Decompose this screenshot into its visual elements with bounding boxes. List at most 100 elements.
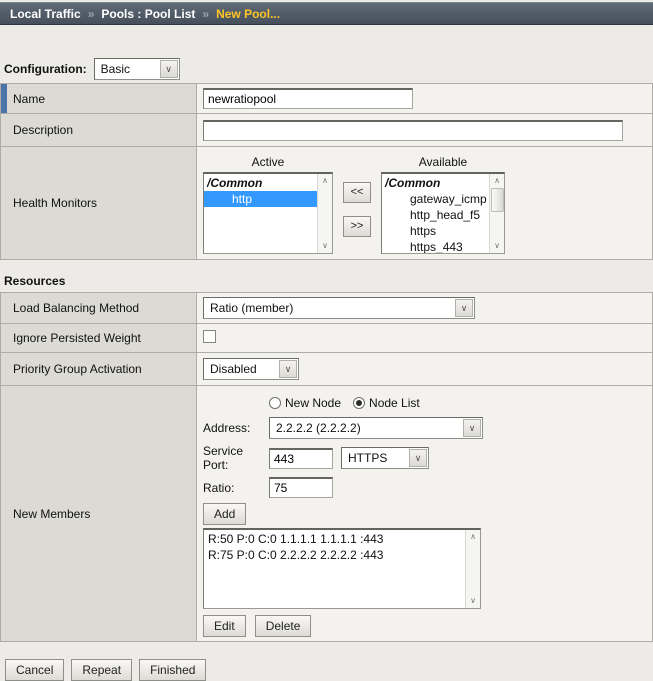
ratio-label: Ratio:	[203, 481, 269, 495]
priority-group-label-cell: Priority Group Activation	[1, 353, 197, 386]
address-select-value: 2.2.2.2 (2.2.2.2)	[270, 421, 463, 435]
available-monitor-option[interactable]: https	[382, 223, 489, 239]
name-input[interactable]	[203, 88, 413, 109]
chevron-down-icon[interactable]: ∨	[279, 360, 297, 378]
configuration-label: Configuration:	[4, 62, 87, 76]
breadcrumb-item-local-traffic[interactable]: Local Traffic	[10, 7, 81, 21]
ratio-input[interactable]	[269, 477, 333, 498]
priority-group-select[interactable]: Disabled ∨	[203, 358, 299, 380]
finished-button[interactable]: Finished	[139, 659, 206, 681]
available-monitors-column: Available /Commongateway_icmphttp_head_f…	[381, 155, 505, 254]
scroll-down-icon[interactable]: ∨	[490, 239, 505, 253]
load-balancing-select-value: Ratio (member)	[204, 301, 455, 315]
name-label-cell: Name	[1, 84, 197, 114]
description-label-cell: Description	[1, 114, 197, 147]
available-monitor-option[interactable]: http_head_f5	[382, 207, 489, 223]
node-source-radio-group: New Node Node List	[269, 396, 646, 410]
name-label: Name	[13, 92, 45, 106]
scrollbar-thumb[interactable]	[491, 188, 504, 212]
chevron-down-icon[interactable]: ∨	[160, 60, 178, 78]
health-monitors-label: Health Monitors	[13, 196, 97, 210]
available-monitor-option[interactable]: gateway_icmp	[382, 191, 489, 207]
resources-section-title: Resources	[4, 274, 653, 288]
table-row: Load Balancing Method Ratio (member) ∨	[1, 293, 653, 324]
ratio-row: Ratio:	[203, 477, 646, 498]
node-list-radio-label: Node List	[369, 396, 420, 410]
load-balancing-label: Load Balancing Method	[13, 301, 139, 315]
ignore-persisted-weight-label-cell: Ignore Persisted Weight	[1, 324, 197, 353]
breadcrumb-separator-icon: »	[202, 7, 209, 21]
configuration-select-value: Basic	[95, 62, 160, 76]
node-list-radio[interactable]	[353, 397, 365, 409]
member-list-item[interactable]: R:50 P:0 C:0 1.1.1.1 1.1.1.1 :443	[204, 531, 465, 547]
description-label: Description	[13, 123, 73, 137]
table-row: Name	[1, 84, 653, 114]
description-input[interactable]	[203, 120, 623, 141]
address-row: Address: 2.2.2.2 (2.2.2.2) ∨	[203, 417, 646, 439]
available-list-scrollbar[interactable]: ∧ ∨	[489, 174, 504, 253]
configuration-row: Configuration: Basic ∨	[4, 57, 653, 81]
table-row: Description	[1, 114, 653, 147]
repeat-button[interactable]: Repeat	[71, 659, 132, 681]
load-balancing-label-cell: Load Balancing Method	[1, 293, 197, 324]
scroll-down-icon[interactable]: ∨	[318, 239, 333, 253]
service-select[interactable]: HTTPS ∨	[341, 447, 429, 469]
description-value-cell	[197, 114, 653, 147]
load-balancing-value-cell: Ratio (member) ∨	[197, 293, 653, 324]
general-properties-table: Name Description Health Monitors Active …	[0, 83, 653, 260]
available-monitors-listbox[interactable]: /Commongateway_icmphttp_head_f5httpshttp…	[381, 172, 505, 254]
ignore-persisted-weight-checkbox[interactable]	[203, 330, 216, 343]
breadcrumb-separator-icon: »	[88, 7, 95, 21]
address-select[interactable]: 2.2.2.2 (2.2.2.2) ∨	[269, 417, 483, 439]
new-members-form: New Node Node List Address: 2.2.2.2 (2.2…	[203, 392, 646, 637]
members-list-scrollbar[interactable]: ∧ ∨	[465, 530, 480, 608]
delete-member-button[interactable]: Delete	[255, 615, 312, 637]
priority-group-label: Priority Group Activation	[13, 362, 142, 376]
new-node-radio-label: New Node	[285, 396, 341, 410]
member-list-item[interactable]: R:75 P:0 C:0 2.2.2.2 2.2.2.2 :443	[204, 547, 465, 563]
available-monitor-option[interactable]: https_443	[382, 239, 489, 253]
cancel-button[interactable]: Cancel	[5, 659, 64, 681]
new-node-radio[interactable]	[269, 397, 281, 409]
active-list-header: Active	[203, 155, 333, 169]
active-monitor-option[interactable]: http	[204, 191, 317, 207]
chevron-down-icon[interactable]: ∨	[455, 299, 473, 317]
table-row: Ignore Persisted Weight	[1, 324, 653, 353]
members-listbox[interactable]: R:50 P:0 C:0 1.1.1.1 1.1.1.1 :443R:75 P:…	[203, 528, 481, 609]
scroll-up-icon[interactable]: ∧	[466, 530, 481, 544]
add-member-button[interactable]: Add	[203, 503, 246, 525]
new-members-label-cell: New Members	[1, 386, 197, 642]
table-row: Priority Group Activation Disabled ∨	[1, 353, 653, 386]
edit-member-button[interactable]: Edit	[203, 615, 246, 637]
configuration-select[interactable]: Basic ∨	[94, 58, 180, 80]
service-port-label: Service Port:	[203, 444, 269, 472]
scroll-up-icon[interactable]: ∧	[318, 174, 333, 188]
service-port-row: Service Port: HTTPS ∨	[203, 444, 646, 472]
breadcrumb: Local Traffic » Pools : Pool List » New …	[0, 2, 653, 25]
move-to-active-button[interactable]: <<	[343, 182, 372, 203]
load-balancing-select[interactable]: Ratio (member) ∨	[203, 297, 475, 319]
health-monitors-dual-list: Active /Commonhttp ∧ ∨ << >> Available	[203, 153, 646, 254]
health-monitors-label-cell: Health Monitors	[1, 147, 197, 260]
name-value-cell	[197, 84, 653, 114]
breadcrumb-item-pool-list[interactable]: Pools : Pool List	[101, 7, 195, 21]
ignore-persisted-weight-value-cell	[197, 324, 653, 353]
available-list-header: Available	[381, 155, 505, 169]
form-action-bar: Cancel Repeat Finished	[5, 659, 653, 681]
new-members-label: New Members	[13, 507, 90, 521]
active-monitor-option[interactable]: /Common	[204, 175, 317, 191]
scroll-up-icon[interactable]: ∧	[490, 174, 505, 188]
available-monitor-option[interactable]: /Common	[382, 175, 489, 191]
chevron-down-icon[interactable]: ∨	[463, 419, 481, 437]
scroll-down-icon[interactable]: ∨	[466, 594, 481, 608]
move-to-available-button[interactable]: >>	[343, 216, 372, 237]
ignore-persisted-weight-label: Ignore Persisted Weight	[13, 331, 141, 345]
active-list-scrollbar[interactable]: ∧ ∨	[317, 174, 332, 253]
new-members-value-cell: New Node Node List Address: 2.2.2.2 (2.2…	[197, 386, 653, 642]
required-field-bar	[1, 84, 7, 113]
active-monitors-listbox[interactable]: /Commonhttp ∧ ∨	[203, 172, 333, 254]
chevron-down-icon[interactable]: ∨	[409, 449, 427, 467]
service-port-input[interactable]	[269, 448, 333, 469]
priority-group-select-value: Disabled	[204, 362, 279, 376]
service-select-value: HTTPS	[342, 451, 409, 465]
